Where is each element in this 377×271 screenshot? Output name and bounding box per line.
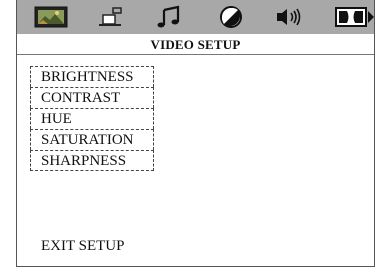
dolby-icon[interactable]	[335, 5, 374, 29]
menu-item-brightness[interactable]: BRIGHTNESS	[30, 66, 154, 87]
menu-item-contrast[interactable]: CONTRAST	[30, 87, 154, 108]
setup-screen: VIDEO SETUP BRIGHTNESS CONTRAST HUE SATU…	[16, 0, 375, 267]
menu-item-sharpness[interactable]: SHARPNESS	[30, 150, 154, 171]
page-title: VIDEO SETUP	[17, 34, 374, 55]
exit-setup-button[interactable]: EXIT SETUP	[41, 238, 124, 255]
speaker-setup-icon[interactable]	[95, 5, 127, 29]
menu-item-saturation[interactable]: SATURATION	[30, 129, 154, 150]
music-note-icon[interactable]	[155, 5, 185, 29]
tv-picture-icon[interactable]	[31, 5, 71, 29]
menu-item-hue[interactable]: HUE	[30, 108, 154, 129]
video-setup-menu: BRIGHTNESS CONTRAST HUE SATURATION SHARP…	[30, 66, 154, 171]
contrast-circle-icon[interactable]	[216, 5, 246, 29]
setup-icon-bar	[17, 0, 374, 34]
audio-speaker-icon[interactable]	[273, 5, 309, 29]
